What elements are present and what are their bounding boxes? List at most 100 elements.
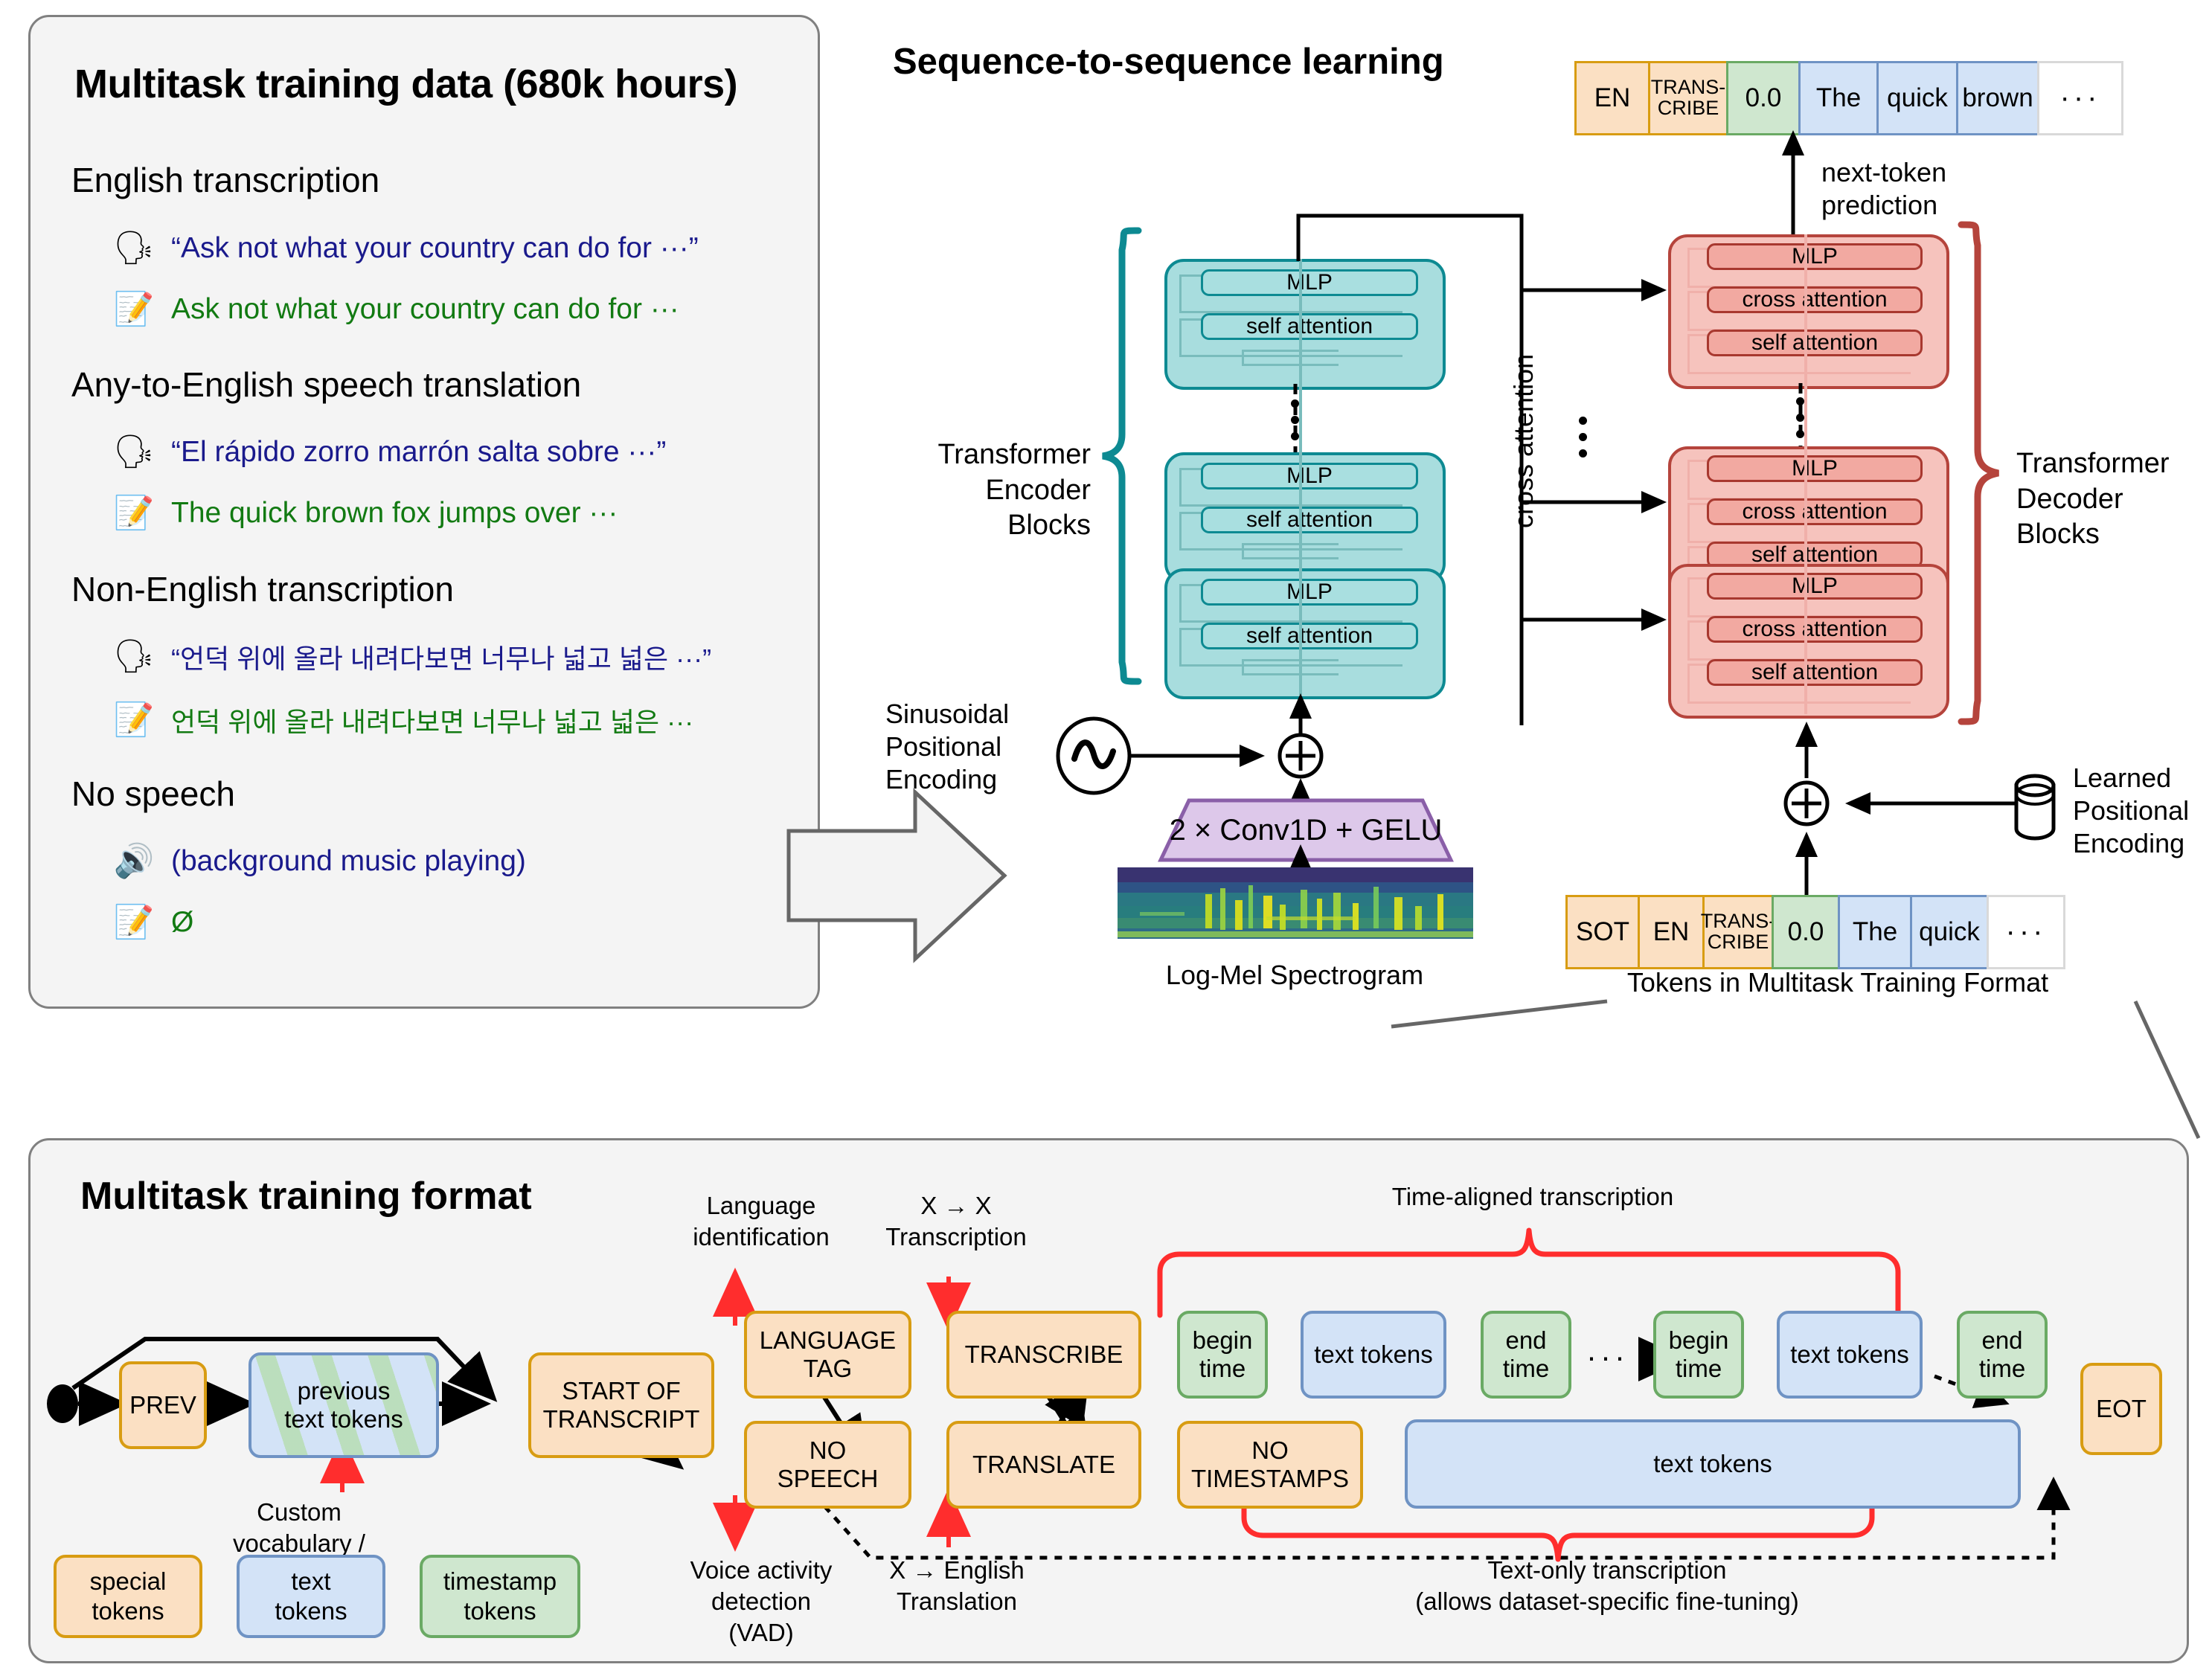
log-mel-spectrogram-image — [1118, 867, 1473, 939]
sine-wave-icon — [1056, 716, 1265, 795]
decoder-input-arrow — [1795, 722, 1818, 778]
node-text-tokens-1[interactable]: text tokens — [1301, 1311, 1446, 1399]
decoder-cross-attention-sublayer: cross attention — [1707, 616, 1923, 643]
whisper-architecture-figure: Multitask training data (680k hours) Eng… — [0, 0, 2212, 1676]
token-the: The — [1838, 895, 1912, 969]
token-trans-cribe: TRANS- CRIBE — [1701, 895, 1775, 969]
decoder-mlp-sublayer: MLP — [1707, 573, 1923, 600]
decoder-cross-attention-sublayer: cross attention — [1707, 498, 1923, 525]
decoder-self-attention-sublayer: self attention — [1707, 659, 1923, 686]
example-transcript-row-4: 📝 Ø — [113, 902, 783, 943]
memo-pencil-icon: 📝 — [113, 701, 155, 738]
decoder-token-arrow — [1795, 832, 1818, 897]
decoder-block-top: MLP cross attention self attention — [1668, 234, 1949, 389]
flowchart-ellipsis: ··· — [1586, 1339, 1629, 1374]
node-end-time-1[interactable]: end time — [1481, 1311, 1571, 1399]
example-speech-text-2: “El rápido zorro marrón salta sobre ···” — [171, 436, 667, 468]
input-token-strip: SOT EN TRANS- CRIBE 0.0 The quick ··· — [1565, 895, 2065, 969]
node-end-time-2[interactable]: end time — [1957, 1311, 2048, 1399]
example-speech-row-2: 🗣 “El rápido zorro marrón salta sobre ··… — [113, 431, 783, 473]
example-transcript-text-4: Ø — [171, 906, 194, 938]
token-the: The — [1798, 61, 1879, 135]
example-speech-row-4: 🔊 (background music playing) — [113, 841, 783, 882]
token-quick: quick — [1876, 61, 1958, 135]
node-no-speech[interactable]: NO SPEECH — [744, 1421, 911, 1509]
token-brown: brown — [1956, 61, 2039, 135]
node-text-tokens-long[interactable]: text tokens — [1405, 1419, 2021, 1509]
token-en: EN — [1574, 61, 1650, 135]
memo-pencil-icon: 📝 — [113, 291, 155, 327]
legend-text-tokens: text tokens — [237, 1555, 385, 1638]
decoder-brace — [1958, 221, 1999, 725]
decoder-residual-spine — [1804, 234, 1807, 714]
token-trans-cribe: TRANS- CRIBE — [1648, 61, 1728, 135]
category-heading-english-transcription: English transcription — [71, 161, 380, 199]
output-token-strip: EN TRANS- CRIBE 0.0 The quick brown ··· — [1574, 61, 2123, 135]
node-transcribe[interactable]: TRANSCRIBE — [946, 1311, 1141, 1399]
annotation-text-only-transcription: Text-only transcription (allows dataset-… — [1415, 1556, 1799, 1616]
circled-plus-icon — [1783, 780, 1830, 826]
example-transcript-text-1: Ask not what your country can do for ··· — [171, 293, 679, 325]
node-prev[interactable]: PREV — [119, 1361, 207, 1449]
category-heading-non-english-transcription: Non-English transcription — [71, 570, 454, 609]
decoder-cross-attention-sublayer: cross attention — [1707, 286, 1923, 313]
decoder-mlp-sublayer: MLP — [1707, 243, 1923, 270]
encoder-brace — [1102, 227, 1142, 685]
decoder-mlp-sublayer: MLP — [1707, 455, 1923, 482]
example-transcript-text-3: 언덕 위에 올라 내려다보면 너무나 넓고 넓은 ··· — [171, 707, 694, 737]
example-speech-text-1: “Ask not what your country can do for ··… — [171, 232, 699, 264]
circled-plus-icon — [1277, 733, 1324, 779]
left-panel-title: Multitask training data (680k hours) — [74, 62, 738, 106]
node-no-timestamps[interactable]: NO TIMESTAMPS — [1177, 1421, 1363, 1509]
node-begin-time-1[interactable]: begin time — [1177, 1311, 1268, 1399]
cross-attention-label-wrap: cross attention — [1507, 354, 1682, 561]
node-translate[interactable]: TRANSLATE — [946, 1421, 1141, 1509]
encoder-stack-label: Transformer Encoder Blocks — [937, 439, 1091, 541]
example-transcript-row-2: 📝 The quick brown fox jumps over ··· — [113, 492, 783, 534]
category-heading-no-speech: No speech — [71, 774, 235, 813]
node-eot[interactable]: EOT — [2080, 1363, 2162, 1455]
decoder-stack-label: Transformer Decoder Blocks — [2016, 448, 2170, 550]
cross-attention-bus-ellipsis — [1579, 417, 1587, 457]
node-text-tokens-2[interactable]: text tokens — [1777, 1311, 1923, 1399]
flow-arrow-to-model — [786, 788, 1007, 963]
annotation-x-to-x-transcription: X → X Transcription — [885, 1192, 1027, 1251]
speaking-head-icon: 🗣 — [113, 638, 155, 675]
category-heading-speech-translation: Any-to-English speech translation — [71, 365, 582, 404]
example-speech-row-1: 🗣 “Ask not what your country can do for … — [113, 228, 783, 269]
token-quick: quick — [1910, 895, 1989, 969]
loud-speaker-icon: 🔊 — [113, 843, 155, 879]
memo-pencil-icon: 📝 — [113, 495, 155, 531]
example-speech-text-3: “언덕 위에 올라 내려다보면 너무나 넓고 넓은 ···” — [171, 643, 712, 674]
example-transcript-row-3: 📝 언덕 위에 올라 내려다보면 너무나 넓고 넓은 ··· — [113, 699, 827, 741]
annotation-language-identification: Language identification — [693, 1192, 830, 1251]
conv1d-gelu-label: 2 × Conv1D + GELU — [1169, 814, 1443, 847]
node-start-of-transcript[interactable]: START OF TRANSCRIPT — [528, 1352, 714, 1458]
database-cylinder-icon — [1845, 774, 2056, 841]
time-aligned-transcription-brace — [1157, 1227, 1901, 1318]
decoder-block-bottom: MLP cross attention self attention — [1668, 564, 1949, 719]
example-transcript-row-1: 📝 Ask not what your country can do for ·… — [113, 289, 783, 330]
token-sot: SOT — [1565, 895, 1640, 969]
node-language-tag[interactable]: LANGUAGE TAG — [744, 1311, 911, 1399]
token--: ··· — [2037, 61, 2123, 135]
sinusoidal-positional-encoding-label: Sinusoidal Positional Encoding — [885, 699, 1010, 794]
cross-attention-label: cross attention — [1508, 353, 1539, 528]
memo-pencil-icon: 📝 — [113, 904, 155, 940]
learned-positional-encoding-label: Learned Positional Encoding — [2073, 762, 2190, 858]
token-en: EN — [1638, 895, 1705, 969]
token-0-0: 0.0 — [1772, 895, 1840, 969]
annotation-time-aligned-transcription: Time-aligned transcription — [1391, 1183, 1674, 1210]
token-0-0: 0.0 — [1726, 61, 1801, 135]
annotation-voice-activity-detection: Voice activity detection (VAD) — [690, 1556, 833, 1647]
bottom-panel-title: Multitask training format — [80, 1175, 532, 1218]
example-speech-text-4: (background music playing) — [171, 845, 526, 877]
node-begin-time-2[interactable]: begin time — [1653, 1311, 1744, 1399]
speaking-head-icon: 🗣 — [113, 230, 155, 266]
legend-timestamp-tokens: timestamp tokens — [420, 1555, 580, 1638]
node-previous-text-tokens[interactable]: previous text tokens — [249, 1352, 439, 1458]
seq2seq-title: Sequence-to-sequence learning — [893, 42, 1444, 82]
annotation-x-to-english-translation: X → English Translation — [889, 1556, 1025, 1616]
panel-zoom-connector — [1391, 999, 2201, 1140]
example-transcript-text-2: The quick brown fox jumps over ··· — [171, 497, 618, 529]
